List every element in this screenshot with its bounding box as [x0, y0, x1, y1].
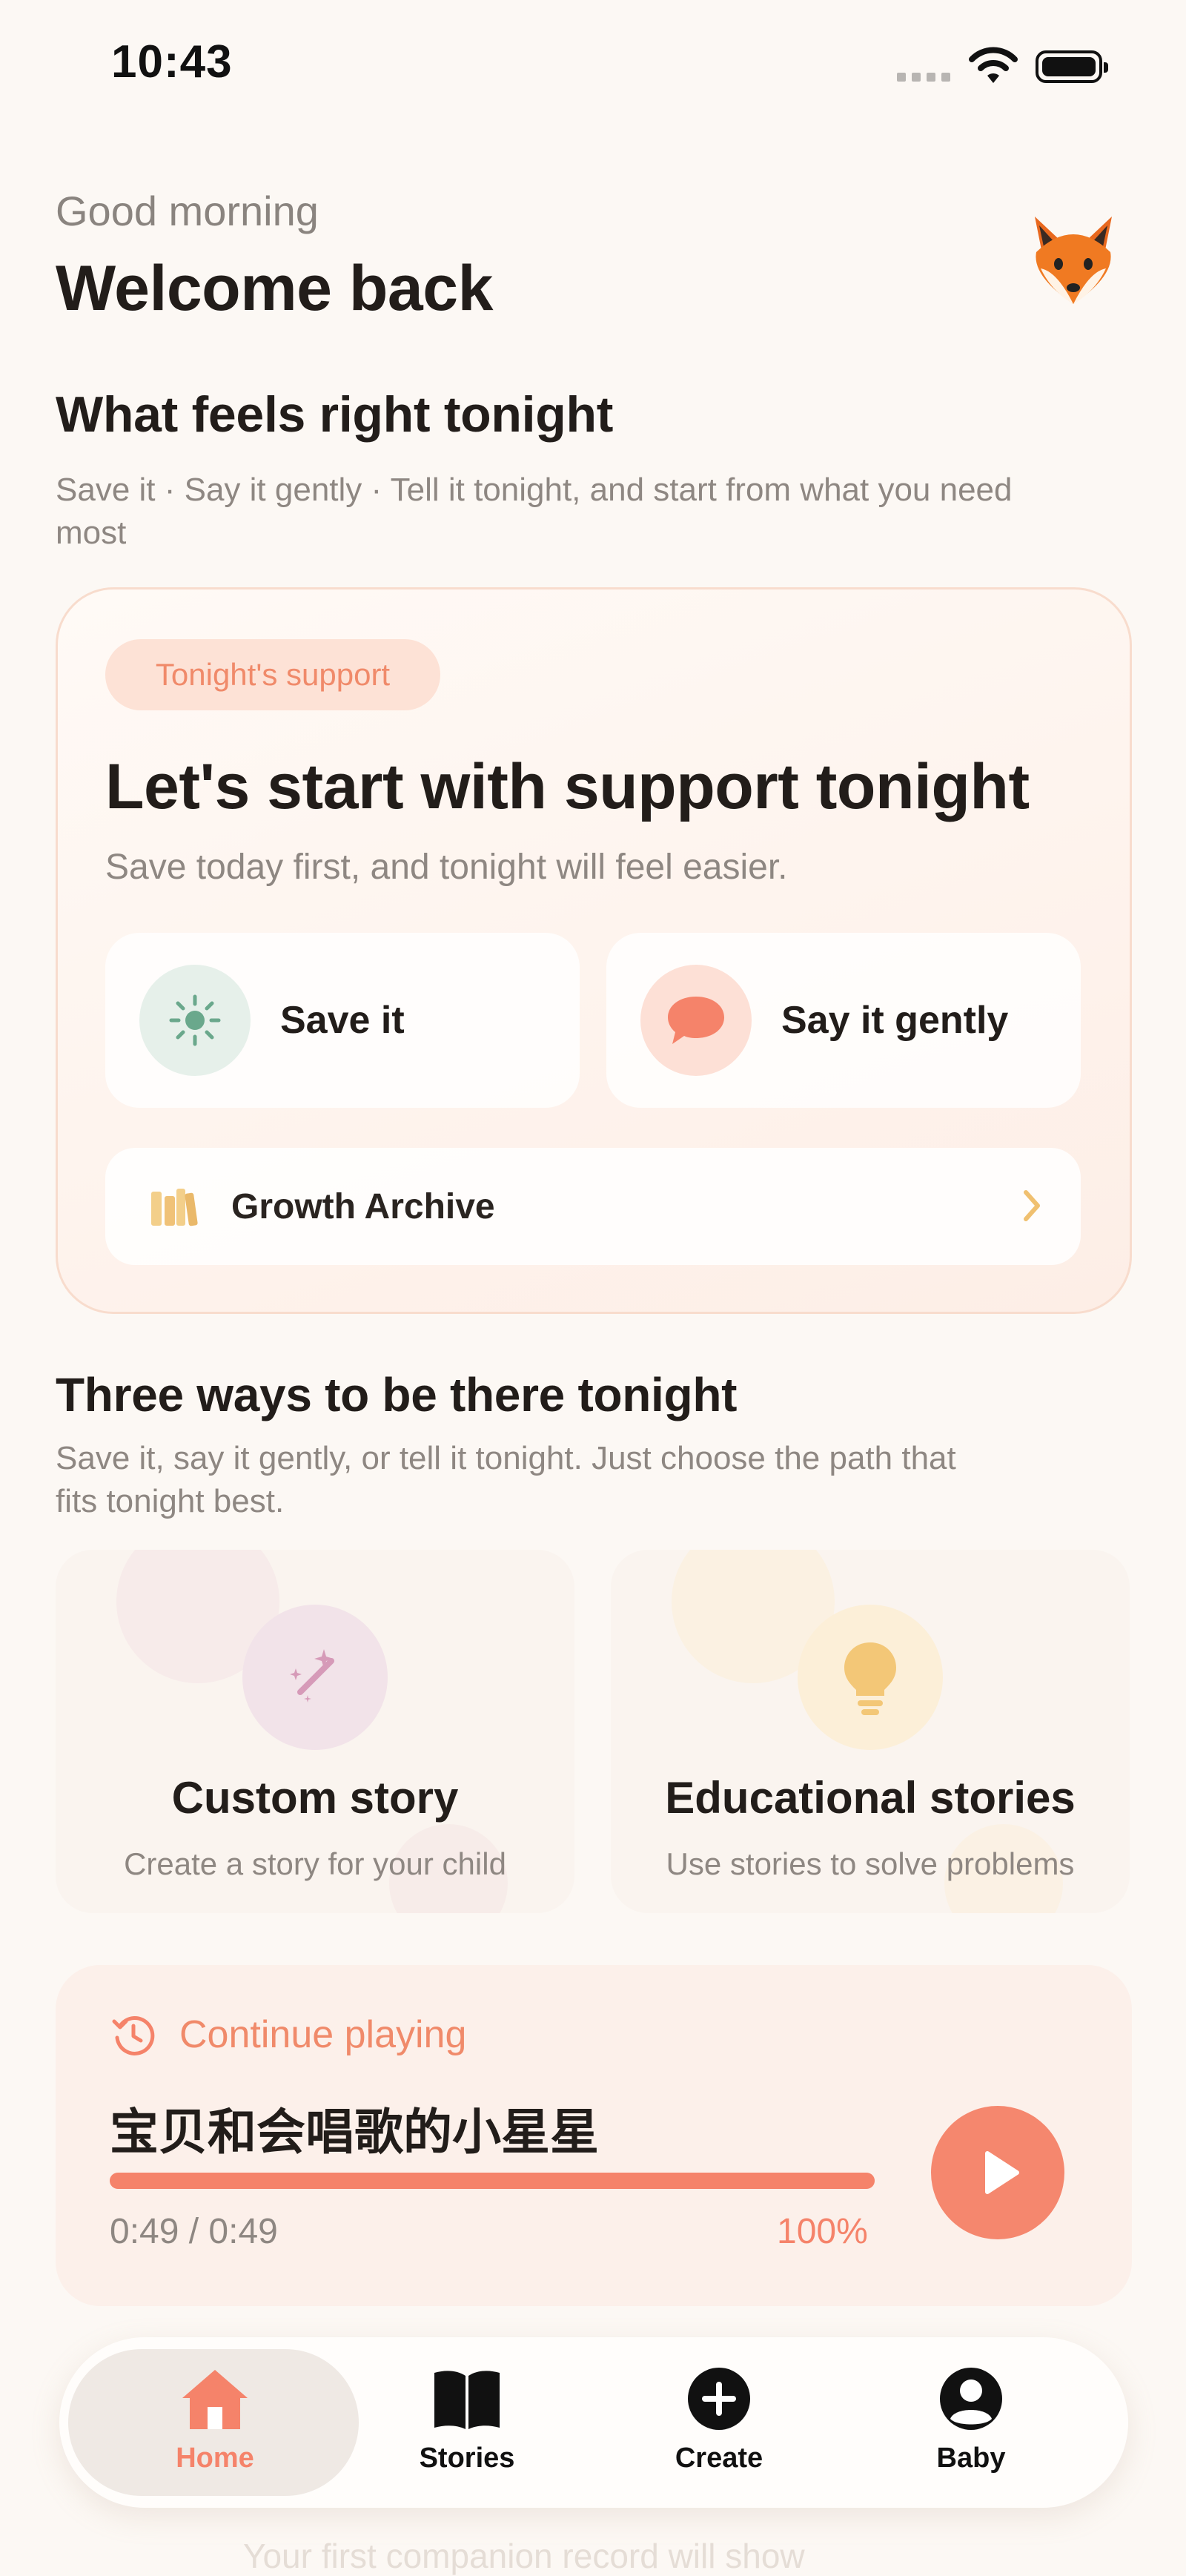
- tab-create[interactable]: Create: [608, 2365, 830, 2491]
- play-icon: [985, 2151, 1019, 2194]
- support-subtitle: Save today first, and tonight will feel …: [105, 848, 788, 887]
- signal-icon: [897, 73, 950, 82]
- section-subtitle-ways-1: Save it, say it gently, or tell it tonig…: [56, 1440, 956, 1476]
- say-it-gently-label: Say it gently: [781, 999, 1009, 1042]
- fox-face-icon[interactable]: [1021, 209, 1125, 313]
- track-title: 宝贝和会唱歌的小星星: [110, 2104, 599, 2161]
- section-subtitle-tonight-1: Save it · Say it gently · Tell it tonigh…: [56, 472, 1013, 508]
- section-subtitle-tonight-2: most: [56, 515, 127, 551]
- tab-baby-label: Baby: [936, 2443, 1006, 2474]
- growth-archive-label: Growth Archive: [231, 1186, 495, 1226]
- chevron-right-icon: [1024, 1190, 1040, 1221]
- page-title: Welcome back: [56, 253, 493, 324]
- speech-bubble-icon: [640, 965, 752, 1076]
- save-it-label: Save it: [280, 999, 405, 1042]
- progress-bar[interactable]: [110, 2173, 875, 2189]
- support-title: Let's start with support tonight: [105, 751, 1030, 822]
- custom-story-subtitle: Create a story for your child: [124, 1846, 506, 1881]
- growth-archive-button[interactable]: Growth Archive: [105, 1148, 1081, 1265]
- wifi-icon: [969, 47, 1018, 83]
- play-button[interactable]: [931, 2106, 1064, 2239]
- save-it-button[interactable]: Save it: [105, 933, 580, 1108]
- educational-stories-subtitle: Use stories to solve problems: [666, 1846, 1075, 1881]
- battery-icon: [1036, 50, 1108, 83]
- status-time: 10:43: [111, 36, 233, 87]
- educational-stories-card[interactable]: Educational stories Use stories to solve…: [611, 1550, 1130, 1913]
- greeting-text: Good morning: [56, 188, 319, 234]
- tab-create-label: Create: [675, 2443, 763, 2474]
- continue-playing-label: Continue playing: [179, 2013, 467, 2056]
- magic-wand-icon: [242, 1605, 388, 1750]
- tab-stories[interactable]: Stories: [356, 2365, 578, 2491]
- tab-home-label: Home: [176, 2443, 254, 2474]
- home-icon: [182, 2370, 248, 2429]
- say-it-gently-button[interactable]: Say it gently: [606, 933, 1081, 1108]
- book-icon: [434, 2371, 500, 2429]
- lightbulb-icon: [798, 1605, 943, 1750]
- support-badge: Tonight's support: [105, 639, 440, 710]
- sun-icon: [139, 965, 251, 1076]
- person-circle-icon: [940, 2368, 1002, 2430]
- progress-percent: 100%: [777, 2212, 868, 2251]
- section-title-tonight: What feels right tonight: [56, 386, 614, 443]
- educational-stories-title: Educational stories: [665, 1773, 1076, 1823]
- custom-story-card[interactable]: Custom story Create a story for your chi…: [56, 1550, 574, 1913]
- tab-home[interactable]: Home: [104, 2365, 326, 2491]
- progress-fill: [110, 2173, 875, 2189]
- section-title-ways: Three ways to be there tonight: [56, 1368, 738, 1421]
- companion-record-hint: Your first companion record will show: [243, 2537, 805, 2575]
- tab-stories-label: Stories: [419, 2443, 515, 2474]
- section-subtitle-ways-2: fits tonight best.: [56, 1483, 285, 1519]
- plus-circle-icon: [688, 2368, 750, 2430]
- custom-story-title: Custom story: [171, 1773, 459, 1823]
- books-icon: [151, 1189, 198, 1226]
- history-icon: [112, 2015, 155, 2055]
- tab-baby[interactable]: Baby: [860, 2365, 1082, 2491]
- playback-time: 0:49 / 0:49: [110, 2212, 278, 2251]
